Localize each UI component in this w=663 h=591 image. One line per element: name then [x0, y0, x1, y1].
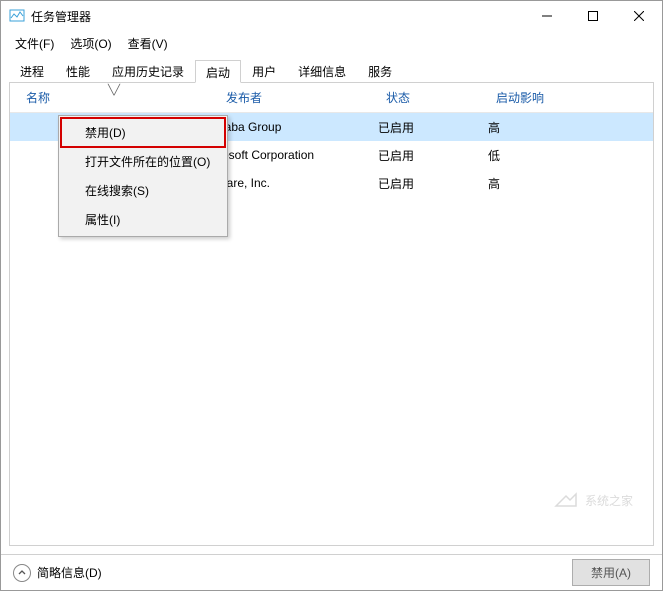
chevron-up-icon: [13, 564, 31, 582]
maximize-button[interactable]: [570, 1, 616, 31]
tab-performance[interactable]: 性能: [55, 59, 101, 82]
task-manager-window: 任务管理器 文件(F) 选项(O) 查看(V) 进程 性能 应用历史记录 启动 …: [0, 0, 663, 591]
column-headers: 名称 ╲╱ 发布者 状态 启动影响: [10, 83, 653, 113]
tab-services[interactable]: 服务: [357, 59, 403, 82]
menu-file[interactable]: 文件(F): [7, 33, 62, 54]
cell-impact: 高: [488, 119, 653, 136]
menu-view[interactable]: 查看(V): [120, 33, 176, 54]
cell-publisher: ware, Inc.: [218, 176, 378, 190]
column-status[interactable]: 状态: [378, 85, 488, 110]
cell-publisher: baba Group: [218, 120, 378, 134]
cell-status: 已启用: [378, 147, 488, 164]
tabbar: 进程 性能 应用历史记录 启动 用户 详细信息 服务: [9, 59, 654, 83]
tab-users[interactable]: 用户: [241, 59, 287, 82]
ctx-disable[interactable]: 禁用(D): [61, 118, 225, 147]
cell-status: 已启用: [378, 119, 488, 136]
fewer-details-label: 简略信息(D): [37, 564, 102, 581]
content-area: 名称 ╲╱ 发布者 状态 启动影响 baba Group 已启用 高 rosof…: [9, 82, 654, 546]
fewer-details-button[interactable]: 简略信息(D): [13, 564, 102, 582]
context-menu: 禁用(D) 打开文件所在的位置(O) 在线搜索(S) 属性(I): [58, 115, 228, 237]
menubar: 文件(F) 选项(O) 查看(V): [1, 31, 662, 55]
statusbar: 简略信息(D) 禁用(A): [1, 554, 662, 590]
column-name-label: 名称: [26, 91, 50, 105]
cell-impact: 高: [488, 175, 653, 192]
tab-history[interactable]: 应用历史记录: [101, 59, 195, 82]
ctx-search-online[interactable]: 在线搜索(S): [61, 176, 225, 205]
column-name[interactable]: 名称 ╲╱: [18, 85, 218, 110]
tab-processes[interactable]: 进程: [9, 59, 55, 82]
disable-button[interactable]: 禁用(A): [572, 559, 650, 586]
sort-indicator-icon: ╲╱: [108, 85, 120, 96]
column-impact[interactable]: 启动影响: [488, 85, 653, 110]
window-controls: [524, 1, 662, 31]
app-icon: [9, 8, 25, 24]
cell-impact: 低: [488, 147, 653, 164]
tab-details[interactable]: 详细信息: [287, 59, 357, 82]
cell-status: 已启用: [378, 175, 488, 192]
ctx-open-location[interactable]: 打开文件所在的位置(O): [61, 147, 225, 176]
menu-options[interactable]: 选项(O): [62, 33, 119, 54]
tab-startup[interactable]: 启动: [195, 60, 241, 83]
ctx-properties[interactable]: 属性(I): [61, 205, 225, 234]
titlebar: 任务管理器: [1, 1, 662, 31]
close-button[interactable]: [616, 1, 662, 31]
minimize-button[interactable]: [524, 1, 570, 31]
window-title: 任务管理器: [31, 8, 524, 25]
cell-publisher: rosoft Corporation: [218, 148, 378, 162]
column-publisher[interactable]: 发布者: [218, 85, 378, 110]
